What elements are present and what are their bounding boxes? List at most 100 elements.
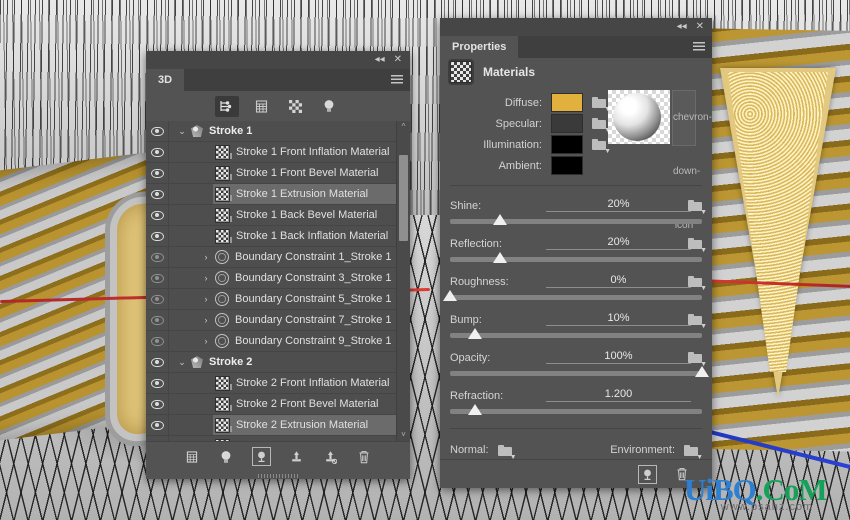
slider-value[interactable]: 100% — [546, 350, 691, 364]
disclosure-twisty-icon[interactable]: › — [199, 252, 213, 262]
slider-value[interactable]: 20% — [546, 236, 691, 250]
visibility-toggle[interactable] — [146, 394, 169, 414]
new-material-button[interactable] — [638, 464, 657, 484]
delete-button[interactable] — [356, 448, 373, 465]
tab-properties[interactable]: Properties — [440, 36, 519, 58]
visibility-toggle[interactable] — [146, 268, 169, 288]
chevron-up-icon[interactable]: ^ — [397, 121, 410, 133]
scrollbar-thumb[interactable] — [399, 155, 408, 241]
slider-track[interactable] — [443, 290, 702, 301]
material-preview-thumbnail[interactable] — [608, 90, 670, 144]
filter-scene-button[interactable] — [215, 95, 239, 117]
list-item[interactable]: › Boundary Constraint 7_Stroke 1 — [146, 310, 410, 331]
slider-thumb[interactable] — [493, 214, 508, 225]
color-swatch[interactable] — [551, 156, 583, 175]
list-item[interactable]: Stroke 1 Back Inflation Material — [146, 226, 410, 247]
list-item[interactable]: › Boundary Constraint 9_Stroke 1 — [146, 331, 410, 352]
visibility-toggle[interactable] — [146, 373, 169, 393]
list-item[interactable]: ⌄ Stroke 2 — [146, 352, 410, 373]
visibility-toggle[interactable] — [146, 163, 169, 183]
slider-track[interactable] — [450, 366, 709, 377]
filter-mesh-button[interactable] — [249, 96, 273, 117]
slider-value[interactable]: 0% — [546, 274, 691, 288]
visibility-toggle[interactable] — [146, 436, 169, 441]
panel-resize-grip[interactable] — [258, 474, 298, 478]
chevron-down-icon[interactable]: ˅ — [397, 429, 410, 441]
slider-value[interactable]: 1.200 — [546, 388, 691, 402]
folder-icon[interactable]: ▼ — [688, 200, 707, 216]
slider-thumb[interactable] — [695, 366, 709, 377]
list-item[interactable]: ⌄ Stroke 1 — [146, 121, 410, 142]
visibility-toggle[interactable] — [146, 310, 169, 330]
folder-icon[interactable]: ▼ — [688, 314, 707, 330]
list-item[interactable]: Stroke 1 Front Inflation Material — [146, 142, 410, 163]
clear-paint-button[interactable] — [322, 448, 339, 465]
color-swatch[interactable] — [551, 135, 583, 154]
visibility-toggle[interactable] — [146, 415, 169, 435]
disclosure-twisty-icon[interactable]: ⌄ — [175, 126, 189, 137]
preview-chevron-down-icon[interactable]: chevron-down-icon — [672, 90, 712, 231]
disclosure-twisty-icon[interactable]: › — [199, 294, 213, 304]
list-item[interactable]: Stroke 2 Front Inflation Material — [146, 373, 410, 394]
slider-track[interactable] — [450, 328, 702, 339]
filter-materials-button[interactable] — [283, 96, 307, 117]
list-item[interactable]: Stroke 1 Back Bevel Material — [146, 205, 410, 226]
chevron-down-icon: ▼ — [700, 209, 707, 216]
panel-menu-icon[interactable] — [693, 42, 705, 51]
slider-value[interactable]: 20% — [546, 198, 691, 212]
list-item[interactable]: Stroke 1 Extrusion Material — [146, 184, 410, 205]
list-item[interactable]: Stroke 1 Front Bevel Material — [146, 163, 410, 184]
color-swatch[interactable] — [551, 114, 583, 133]
slider-thumb[interactable] — [468, 328, 483, 339]
list-item[interactable]: Stroke 2 Back Bevel Material — [146, 436, 410, 441]
folder-icon[interactable]: ▼ — [688, 276, 707, 292]
add-light-button[interactable] — [218, 448, 235, 465]
folder-icon[interactable]: ▼ — [592, 97, 611, 113]
folder-icon[interactable]: ▼ — [592, 118, 611, 134]
slider-value[interactable]: 10% — [546, 312, 691, 326]
disclosure-twisty-icon[interactable]: ⌄ — [175, 357, 189, 368]
panel-3d-list[interactable]: ⌄ Stroke 1 Stroke 1 Front Inflation Materi… — [146, 121, 410, 441]
disclosure-twisty-icon[interactable]: › — [199, 273, 213, 283]
visibility-toggle[interactable] — [146, 289, 169, 309]
collapse-icon[interactable]: ◂◂ — [677, 22, 687, 32]
slider-track[interactable] — [450, 404, 702, 415]
tab-3d[interactable]: 3D — [146, 69, 185, 91]
visibility-toggle[interactable] — [146, 205, 169, 225]
visibility-toggle[interactable] — [146, 184, 169, 204]
visibility-toggle[interactable] — [146, 226, 169, 246]
list-item-label: Stroke 2 — [189, 352, 410, 372]
slider-thumb[interactable] — [468, 404, 483, 415]
visibility-toggle[interactable] — [146, 142, 169, 162]
color-swatch[interactable] — [551, 93, 583, 112]
list-item[interactable]: › Boundary Constraint 3_Stroke 1 — [146, 268, 410, 289]
filter-lights-button[interactable] — [317, 96, 341, 117]
add-mesh-button[interactable] — [184, 448, 201, 465]
slider-thumb[interactable] — [443, 290, 457, 301]
disclosure-twisty-icon[interactable]: › — [199, 315, 213, 325]
visibility-toggle[interactable] — [146, 352, 169, 372]
close-icon[interactable]: ✕ — [696, 22, 704, 32]
list-item[interactable]: › Boundary Constraint 1_Stroke 1 — [146, 247, 410, 268]
folder-icon[interactable]: ▼ — [592, 139, 611, 155]
paint-source-button[interactable] — [288, 448, 305, 465]
folder-icon[interactable]: ▼ — [688, 352, 707, 368]
slider-track[interactable] — [450, 252, 702, 263]
slider-track[interactable] — [450, 214, 702, 225]
list-item[interactable]: Stroke 2 Extrusion Material — [146, 415, 410, 436]
panel-menu-icon[interactable] — [391, 75, 403, 84]
folder-icon[interactable]: ▼ — [688, 238, 707, 254]
close-icon[interactable]: ✕ — [394, 55, 402, 65]
list-item[interactable]: Stroke 2 Front Bevel Material — [146, 394, 410, 415]
environment-folder-icon[interactable]: ▼ — [684, 444, 703, 461]
disclosure-twisty-icon[interactable]: › — [199, 336, 213, 346]
collapse-icon[interactable]: ◂◂ — [375, 55, 385, 65]
list-item[interactable]: › Boundary Constraint 5_Stroke 1 — [146, 289, 410, 310]
visibility-toggle[interactable] — [146, 121, 169, 141]
scene-environment-button[interactable] — [251, 447, 271, 466]
panel-3d-scrollbar[interactable]: ^ ˅ — [396, 121, 410, 441]
visibility-toggle[interactable] — [146, 331, 169, 351]
visibility-toggle[interactable] — [146, 247, 169, 267]
slider-thumb[interactable] — [493, 252, 508, 263]
normal-folder-icon[interactable]: ▼ — [497, 444, 517, 461]
